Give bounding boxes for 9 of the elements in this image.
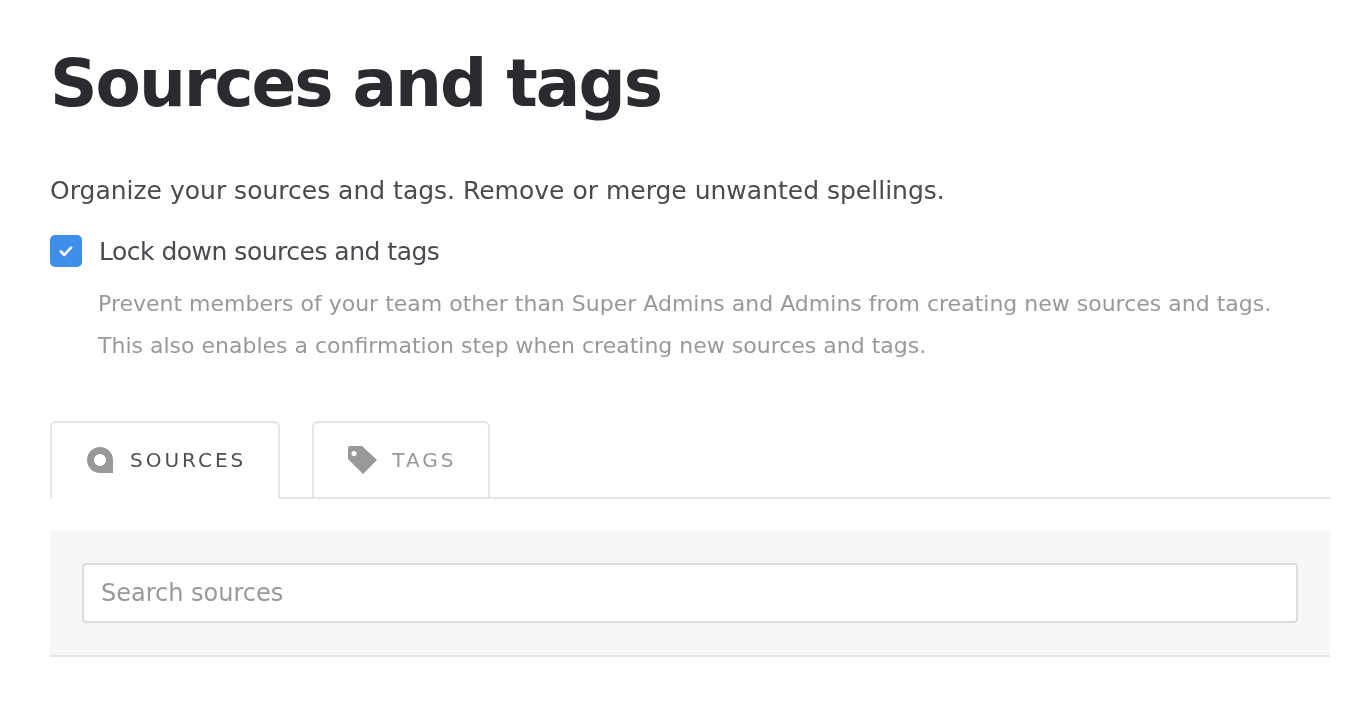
page-title: Sources and tags <box>50 44 662 124</box>
help-text: Prevent members of your team other than Super Admins and Admins from creating new sources and tags. This also enables a confirmation step when creating new sources and tags. <box>98 290 1273 360</box>
search-field[interactable]: Search sources <box>82 563 1298 623</box>
tab[interactable]: SOURCES <box>50 421 281 499</box>
lock-checkbox[interactable] <box>50 235 82 267</box>
tag-icon <box>346 444 379 476</box>
speech-bubble-icon <box>84 444 116 476</box>
page-description: Organize your sources and tags. Remove or merge unwanted spellings. <box>50 176 946 205</box>
checkbox-label: Lock down sources and tags <box>99 236 440 266</box>
